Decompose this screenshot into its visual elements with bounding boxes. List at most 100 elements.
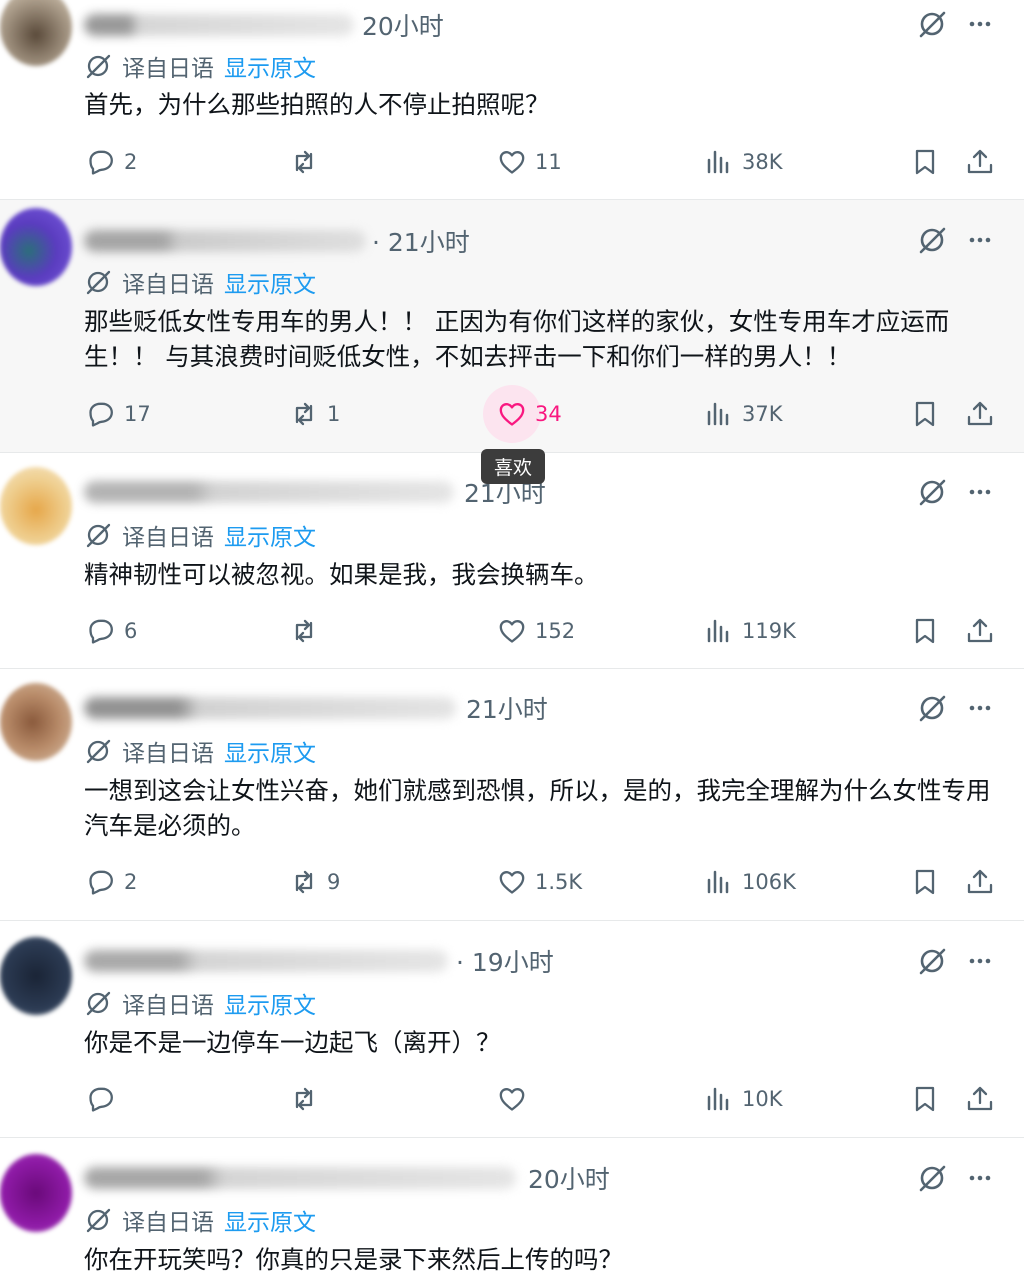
reply-button[interactable]: 2: [86, 142, 137, 182]
reply-count: 2: [124, 870, 138, 894]
author-name-blurred[interactable]: [84, 697, 456, 719]
author-name-blurred[interactable]: [84, 14, 354, 36]
bookmark-button[interactable]: [910, 1079, 940, 1119]
post-header: · 19小时: [84, 944, 554, 978]
like-count: 1.5K: [535, 870, 583, 894]
grok-icon[interactable]: [914, 474, 950, 510]
post-3[interactable]: 21小时 译自日语 显示原文 一想到这会让女性兴奋，她们就感到恐惧，所以，是的，…: [0, 669, 1024, 921]
avatar[interactable]: [0, 937, 72, 1015]
like-button[interactable]: 11: [497, 142, 562, 182]
post-time[interactable]: 20小时: [362, 7, 444, 43]
post-text: 精神韧性可以被忽视。如果是我，我会换辆车。: [84, 560, 599, 589]
repost-icon: [295, 1087, 313, 1111]
like-button[interactable]: 152: [497, 611, 575, 651]
analytics-icon: [707, 402, 729, 426]
like-count: 11: [535, 150, 562, 174]
translate-icon: [84, 268, 112, 296]
bookmark-button[interactable]: [910, 611, 940, 651]
post-time[interactable]: · 21小时: [372, 223, 470, 259]
avatar[interactable]: [0, 0, 72, 66]
like-button[interactable]: 34: [483, 385, 562, 443]
post-time[interactable]: 21小时: [466, 690, 548, 726]
post-text: 首先，为什么那些拍照的人不停止拍照呢？: [84, 90, 550, 119]
post-4[interactable]: · 19小时 译自日语 显示原文 你是不是一边停车一边起飞（离开）？ 10K: [0, 921, 1024, 1138]
like-button[interactable]: 1.5K: [497, 862, 582, 902]
grok-icon[interactable]: [914, 6, 950, 42]
repost-button[interactable]: 9: [289, 862, 340, 902]
share-button[interactable]: [965, 611, 995, 651]
more-icon[interactable]: [962, 222, 998, 258]
post-header: 20小时: [84, 1161, 610, 1195]
more-icon[interactable]: [962, 474, 998, 510]
views-button[interactable]: 106K: [704, 862, 796, 902]
avatar[interactable]: [0, 208, 72, 286]
translated-from-label: 译自日语: [122, 993, 214, 1019]
reply-button[interactable]: 6: [86, 611, 137, 651]
share-button[interactable]: [965, 142, 995, 182]
views-button[interactable]: 37K: [704, 394, 783, 434]
reply-feed: 20小时 译自日语 显示原文 首先，为什么那些拍照的人不停止拍照呢？ 2 11 …: [0, 0, 1024, 1280]
show-original-link[interactable]: 显示原文: [224, 734, 316, 768]
post-header: · 21小时: [84, 224, 470, 258]
share-button[interactable]: [965, 1079, 995, 1119]
post-time[interactable]: · 19小时: [456, 943, 554, 979]
bookmark-button[interactable]: [910, 862, 940, 902]
reply-button[interactable]: [86, 1079, 124, 1119]
translated-from-label: 译自日语: [122, 1210, 214, 1236]
post-1[interactable]: · 21小时 译自日语 显示原文 那些贬低女性专用车的男人！！ 正因为有你们这样…: [0, 200, 1024, 453]
share-button[interactable]: [965, 862, 995, 902]
author-name-blurred[interactable]: [84, 1167, 516, 1189]
view-count: 119K: [742, 619, 796, 643]
views-button[interactable]: 38K: [704, 142, 783, 182]
show-original-link[interactable]: 显示原文: [224, 49, 316, 83]
view-count: 106K: [742, 870, 796, 894]
like-button[interactable]: [497, 1079, 535, 1119]
translation-note: 译自日语 显示原文: [84, 987, 316, 1019]
grok-icon[interactable]: [914, 943, 950, 979]
more-icon[interactable]: [962, 1160, 998, 1196]
post-2[interactable]: 21小时 译自日语 显示原文 精神韧性可以被忽视。如果是我，我会换辆车。 6 1…: [0, 453, 1024, 669]
post-5[interactable]: 20小时 译自日语 显示原文 你在开玩笑吗？你真的只是录下来然后上传的吗？: [0, 1138, 1024, 1280]
grok-icon[interactable]: [914, 1160, 950, 1196]
show-original-link[interactable]: 显示原文: [224, 986, 316, 1020]
more-icon[interactable]: [962, 943, 998, 979]
author-name-blurred[interactable]: [84, 950, 448, 972]
bookmark-button[interactable]: [910, 142, 940, 182]
reply-button[interactable]: 2: [86, 862, 137, 902]
show-original-link[interactable]: 显示原文: [224, 1203, 316, 1237]
repost-icon: [295, 150, 313, 174]
repost-icon: [295, 402, 313, 426]
more-icon[interactable]: [962, 6, 998, 42]
avatar[interactable]: [0, 1154, 72, 1232]
avatar[interactable]: [0, 467, 72, 545]
post-0[interactable]: 20小时 译自日语 显示原文 首先，为什么那些拍照的人不停止拍照呢？ 2 11 …: [0, 0, 1024, 200]
heart-icon: [499, 1088, 525, 1111]
show-original-link[interactable]: 显示原文: [224, 265, 316, 299]
translate-icon: [84, 52, 112, 80]
repost-button[interactable]: [289, 1079, 327, 1119]
views-button[interactable]: 10K: [704, 1079, 783, 1119]
repost-button[interactable]: [289, 142, 327, 182]
grok-icon[interactable]: [914, 222, 950, 258]
translate-icon: [84, 1206, 112, 1234]
repost-icon: [295, 870, 313, 894]
more-icon[interactable]: [962, 690, 998, 726]
repost-button[interactable]: [289, 611, 327, 651]
author-name-blurred[interactable]: [84, 230, 366, 252]
bookmark-icon: [915, 618, 935, 644]
author-name-blurred[interactable]: [84, 481, 454, 503]
post-time[interactable]: 20小时: [528, 1160, 610, 1196]
translated-from-label: 译自日语: [122, 525, 214, 551]
show-original-link[interactable]: 显示原文: [224, 518, 316, 552]
grok-icon[interactable]: [914, 690, 950, 726]
action-bar: 2 11 38K: [0, 142, 1024, 182]
avatar[interactable]: [0, 683, 72, 761]
reply-count: 2: [124, 150, 138, 174]
bookmark-button[interactable]: [910, 394, 940, 434]
views-button[interactable]: 119K: [704, 611, 796, 651]
translate-icon: [84, 989, 112, 1017]
share-icon: [967, 869, 993, 894]
repost-button[interactable]: 1: [289, 394, 340, 434]
share-button[interactable]: [965, 394, 995, 434]
reply-button[interactable]: 17: [86, 394, 151, 434]
